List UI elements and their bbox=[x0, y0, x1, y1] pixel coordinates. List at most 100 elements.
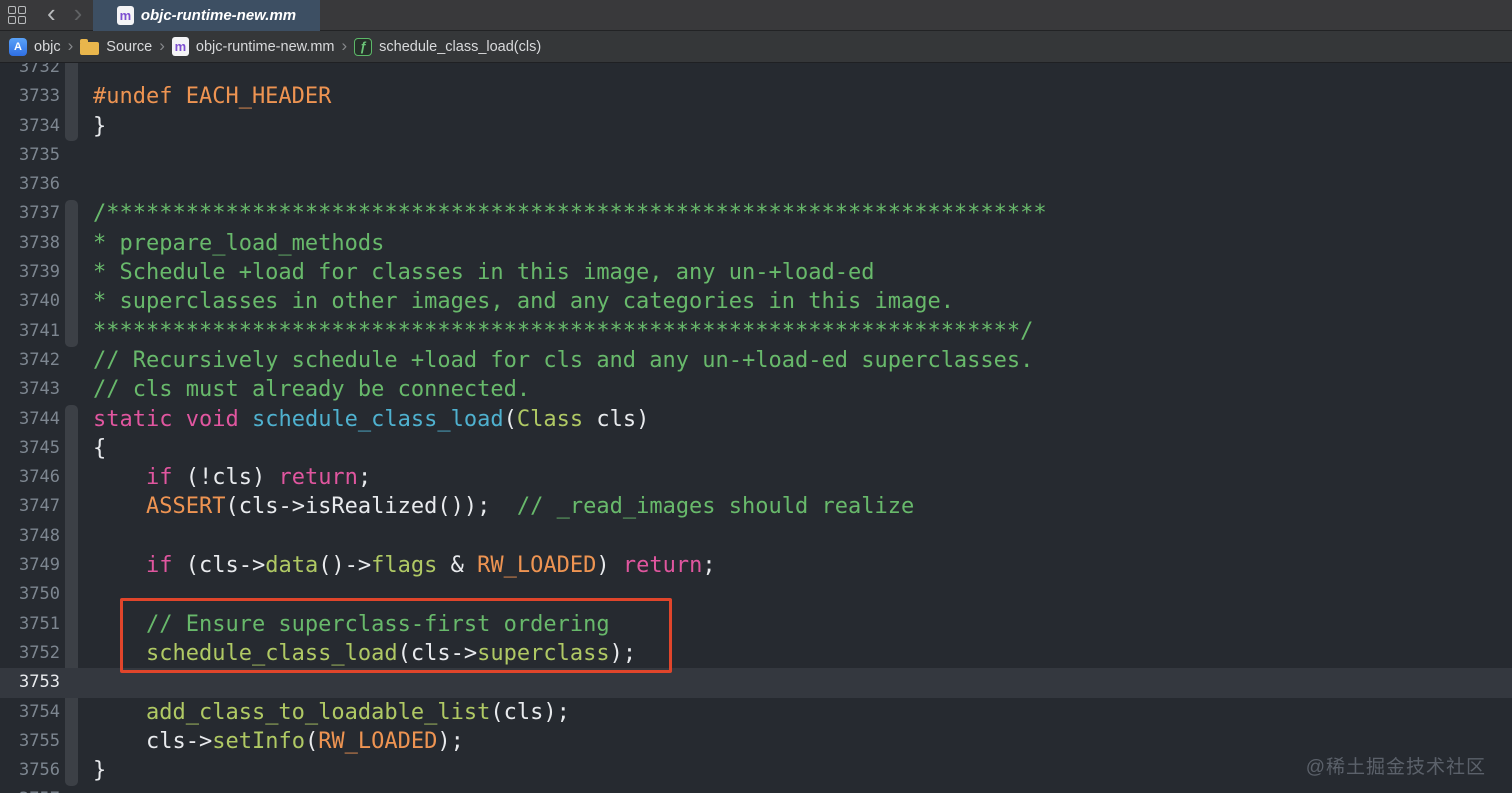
code-text[interactable]: * Schedule +load for classes in this ima… bbox=[60, 258, 874, 287]
line-number[interactable]: 3756 bbox=[0, 756, 60, 785]
code-line[interactable]: 3754 add_class_to_loadable_list(cls); bbox=[0, 698, 1512, 727]
code-line[interactable]: 3739 * Schedule +load for classes in this… bbox=[0, 258, 1512, 287]
breadcrumb-label: Source bbox=[106, 38, 153, 55]
file-m-icon: m bbox=[116, 6, 134, 25]
code-text[interactable]: } bbox=[60, 112, 106, 141]
code-line[interactable]: 3738 * prepare_load_methods bbox=[0, 229, 1512, 258]
code-line[interactable]: 3747 ASSERT(cls->isRealized()); // _read… bbox=[0, 492, 1512, 521]
code-text[interactable]: cls->setInfo(RW_LOADED); bbox=[60, 727, 464, 756]
code-text[interactable] bbox=[60, 668, 93, 697]
line-number[interactable]: 3746 bbox=[0, 463, 60, 492]
breadcrumb-item-schedule-class-load-cls-[interactable]: ƒ schedule_class_load(cls) bbox=[354, 37, 542, 56]
code-line[interactable]: 3752 schedule_class_load(cls->superclass… bbox=[0, 639, 1512, 668]
line-number[interactable]: 3738 bbox=[0, 229, 60, 258]
line-number[interactable]: 3754 bbox=[0, 698, 60, 727]
line-number[interactable]: 3748 bbox=[0, 522, 60, 551]
code-line[interactable]: 3734} bbox=[0, 112, 1512, 141]
back-button[interactable]: ‹ bbox=[38, 0, 65, 26]
line-number[interactable]: 3743 bbox=[0, 375, 60, 404]
code-line[interactable]: 3742// Recursively schedule +load for cl… bbox=[0, 346, 1512, 375]
code-line[interactable]: 3751 // Ensure superclass-first ordering bbox=[0, 610, 1512, 639]
code-line[interactable]: 3746 if (!cls) return; bbox=[0, 463, 1512, 492]
code-text[interactable]: // Ensure superclass-first ordering bbox=[60, 610, 610, 639]
line-number[interactable]: 3751 bbox=[0, 610, 60, 639]
code-text[interactable] bbox=[60, 522, 93, 551]
code-text[interactable]: schedule_class_load(cls->superclass); bbox=[60, 639, 636, 668]
line-number[interactable]: 3752 bbox=[0, 639, 60, 668]
code-line[interactable]: 3753 bbox=[0, 668, 1512, 698]
code-text[interactable]: // Recursively schedule +load for cls an… bbox=[60, 346, 1033, 375]
file-m-icon: m bbox=[171, 37, 189, 56]
line-number[interactable]: 3736 bbox=[0, 170, 60, 199]
code-line[interactable]: 3745{ bbox=[0, 434, 1512, 463]
project-icon: A bbox=[9, 37, 27, 56]
breadcrumb-item-source[interactable]: Source bbox=[80, 38, 153, 55]
breadcrumb-item-objc-runtime-new-mm[interactable]: m objc-runtime-new.mm bbox=[171, 37, 335, 56]
editor-tab[interactable]: m objc-runtime-new.mm bbox=[93, 0, 320, 31]
line-number[interactable]: 3744 bbox=[0, 405, 60, 434]
breadcrumb-item-objc[interactable]: Aobjc bbox=[9, 37, 61, 56]
code-text[interactable]: } bbox=[60, 756, 106, 785]
code-text[interactable]: #undef EACH_HEADER bbox=[60, 82, 331, 111]
code-line[interactable]: 3749 if (cls->data()->flags & RW_LOADED)… bbox=[0, 551, 1512, 580]
line-number[interactable]: 3745 bbox=[0, 434, 60, 463]
code-line[interactable]: 3757 bbox=[0, 785, 1512, 793]
code-text[interactable] bbox=[60, 141, 93, 170]
code-text[interactable]: // cls must already be connected. bbox=[60, 375, 530, 404]
code-line[interactable]: 3737/***********************************… bbox=[0, 199, 1512, 228]
line-number[interactable]: 3737 bbox=[0, 199, 60, 228]
code-line[interactable]: 3743// cls must already be connected. bbox=[0, 375, 1512, 404]
code-text[interactable]: add_class_to_loadable_list(cls); bbox=[60, 698, 570, 727]
breadcrumb-label: schedule_class_load(cls) bbox=[379, 38, 542, 55]
function-icon: ƒ bbox=[354, 37, 373, 56]
code-text[interactable] bbox=[60, 170, 93, 199]
tab-overview-grid-icon[interactable] bbox=[8, 6, 26, 24]
code-text[interactable]: if (!cls) return; bbox=[60, 463, 371, 492]
breadcrumb: Aobjc › Source › m objc-runtime-new.mm › ƒ sched… bbox=[0, 31, 1512, 63]
code-line[interactable]: 3756} bbox=[0, 756, 1512, 785]
line-number[interactable]: 3739 bbox=[0, 258, 60, 287]
code-text[interactable] bbox=[60, 580, 93, 609]
code-text[interactable]: /***************************************… bbox=[60, 199, 1047, 228]
line-number[interactable]: 3742 bbox=[0, 346, 60, 375]
line-number[interactable]: 3740 bbox=[0, 287, 60, 316]
code-line[interactable]: 3741 ************************************… bbox=[0, 317, 1512, 346]
code-text[interactable]: if (cls->data()->flags & RW_LOADED) retu… bbox=[60, 551, 716, 580]
line-number[interactable]: 3741 bbox=[0, 317, 60, 346]
code-text[interactable]: { bbox=[60, 434, 106, 463]
code-line[interactable]: 3733 #undef EACH_HEADER bbox=[0, 82, 1512, 111]
line-number[interactable]: 3747 bbox=[0, 492, 60, 521]
code-text[interactable]: ****************************************… bbox=[60, 317, 1033, 346]
line-number[interactable]: 3733 bbox=[0, 82, 60, 111]
breadcrumb-separator-icon: › bbox=[341, 35, 348, 55]
code-line[interactable]: 3732 bbox=[0, 63, 1512, 82]
code-text[interactable]: static void schedule_class_load(Class cl… bbox=[60, 405, 649, 434]
code-line[interactable]: 3736 bbox=[0, 170, 1512, 199]
code-text[interactable]: * superclasses in other images, and any … bbox=[60, 287, 954, 316]
code-line[interactable]: 3735 bbox=[0, 141, 1512, 170]
code-line[interactable]: 3750 bbox=[0, 580, 1512, 609]
line-number[interactable]: 3735 bbox=[0, 141, 60, 170]
code-text[interactable]: ASSERT(cls->isRealized()); // _read_imag… bbox=[60, 492, 914, 521]
line-number[interactable]: 3755 bbox=[0, 727, 60, 756]
folder-icon bbox=[80, 38, 100, 55]
line-number[interactable]: 3753 bbox=[0, 668, 60, 697]
line-number[interactable]: 3734 bbox=[0, 112, 60, 141]
line-number[interactable]: 3750 bbox=[0, 580, 60, 609]
breadcrumb-label: objc bbox=[34, 38, 61, 55]
code-text[interactable] bbox=[60, 63, 93, 82]
breadcrumb-separator-icon: › bbox=[67, 35, 74, 55]
code-line[interactable]: 3744 static void schedule_class_load(Clas… bbox=[0, 405, 1512, 434]
line-number[interactable]: 3757 bbox=[0, 785, 60, 793]
forward-button[interactable]: › bbox=[65, 0, 92, 26]
code-text[interactable]: * prepare_load_methods bbox=[60, 229, 384, 258]
code-editor[interactable]: 3732 3733 #undef EACH_HEADER 3734} 3735 3736 3… bbox=[0, 63, 1512, 793]
breadcrumb-label: objc-runtime-new.mm bbox=[195, 38, 335, 55]
code-line[interactable]: 3740 * superclasses in other images, and … bbox=[0, 287, 1512, 316]
code-text[interactable] bbox=[60, 785, 93, 793]
code-line[interactable]: 3755 cls->setInfo(RW_LOADED); bbox=[0, 727, 1512, 756]
line-number[interactable]: 3749 bbox=[0, 551, 60, 580]
code-line[interactable]: 3748 bbox=[0, 522, 1512, 551]
line-number[interactable]: 3732 bbox=[0, 63, 60, 82]
watermark: @稀土掘金技术社区 bbox=[1305, 757, 1486, 778]
